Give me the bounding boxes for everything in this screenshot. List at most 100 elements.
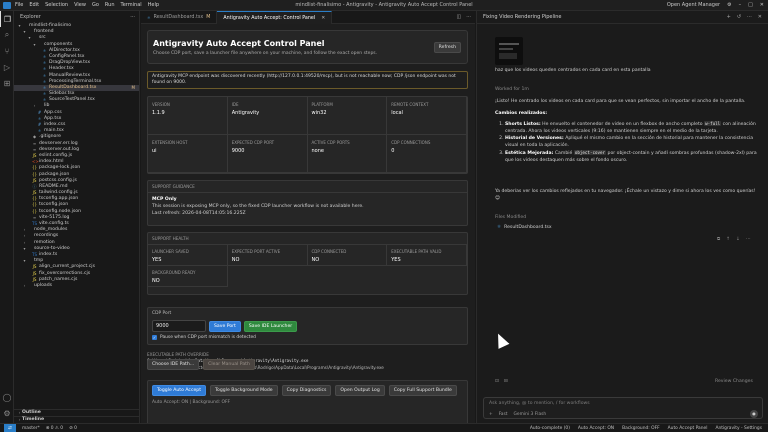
status-auto-accept-on[interactable]: Auto Accept: ON	[578, 426, 614, 431]
tree-folder[interactable]: › uploads	[14, 283, 139, 289]
health-label: Executable Path Valid	[391, 249, 442, 254]
diff-icon[interactable]: ⊟	[504, 379, 508, 386]
status-auto-accept-panel[interactable]: Auto Accept Panel	[668, 426, 708, 431]
add-context-button[interactable]: +	[489, 412, 493, 417]
guidance-heading: MCP Only	[152, 197, 177, 202]
stat-value: 0	[391, 148, 395, 154]
more-actions-icon[interactable]: ···	[466, 14, 471, 20]
manage-gear-icon[interactable]: ⚙	[0, 405, 14, 421]
menu-item-file[interactable]: File	[15, 2, 23, 8]
menu-item-run[interactable]: Run	[105, 2, 115, 8]
more-icon[interactable]: ⋯	[746, 237, 751, 244]
close-panel-icon[interactable]: ✕	[758, 14, 762, 20]
modified-badge: M	[131, 84, 135, 90]
changes-title: Cambios realizados:	[495, 111, 548, 116]
toggle-background-mode-button[interactable]: Toggle Background Mode	[210, 385, 278, 396]
open-agent-manager-button[interactable]: Open Agent Manager	[667, 2, 720, 8]
cdp-port-label: CDP Port	[152, 311, 172, 316]
problems-indicator[interactable]: ⊗ 0 ⚠ 0	[46, 426, 63, 431]
attached-screenshot-thumbnail[interactable]	[495, 37, 523, 65]
stat-label: Version	[152, 102, 170, 107]
history-icon[interactable]: ↺	[737, 14, 741, 20]
copy-diagnostics-button[interactable]: Copy Diagnostics	[281, 385, 332, 396]
menu-item-selection[interactable]: Selection	[45, 2, 68, 8]
account-icon[interactable]: ◯	[0, 389, 14, 405]
remote-indicator-icon[interactable]: ⇄	[4, 423, 16, 432]
attach-icon[interactable]: ⊡	[495, 379, 499, 386]
health-background-ready: Background Ready NO	[148, 266, 228, 287]
modified-file-item[interactable]: ⚛ ResultDashboard.tsx	[497, 225, 552, 232]
stat-label: IDE	[231, 102, 239, 107]
status-bar: ⇄ master* ⊗ 0 ⚠ 0 ⊘ 0 Auto-complete (0) A…	[0, 423, 768, 432]
save-ide-launcher-button[interactable]: Save IDE Launcher	[243, 320, 298, 332]
status-antigravity-settings[interactable]: Antigravity - Settings	[715, 426, 762, 431]
explorer-icon[interactable]: ❐	[0, 11, 14, 27]
branch-indicator[interactable]: master*	[22, 426, 40, 431]
mic-icon[interactable]: ●	[750, 410, 758, 418]
search-icon[interactable]: ⌕	[0, 27, 14, 43]
maximize-button[interactable]: □	[748, 2, 753, 8]
health-value: NO	[311, 257, 320, 263]
copy-full-support-bundle-button[interactable]: Copy Full Support Bundle	[388, 385, 457, 396]
last-refresh: Last refresh: 2026-04-08T14:05:16.225Z	[152, 211, 246, 216]
clear-manual-path-button[interactable]: Clear Manual Path	[203, 359, 255, 370]
stat-value: 9000	[231, 148, 245, 154]
ports-indicator[interactable]: ⊘ 0	[69, 426, 77, 431]
stat-extension-host: Extension Host ui	[148, 135, 228, 173]
choose-ide-path-button[interactable]: Choose IDE Path...	[147, 359, 200, 370]
run-debug-icon[interactable]: ▷	[0, 59, 14, 75]
menu-item-terminal[interactable]: Terminal	[121, 2, 142, 8]
actions-section: Toggle Auto Accept Toggle Background Mode…	[147, 380, 468, 423]
pause-mismatch-checkbox[interactable]: ✓	[152, 335, 157, 340]
menu-item-edit[interactable]: Edit	[29, 2, 39, 8]
chat-composer[interactable]: Ask anything, @ to mention, / for workfl…	[483, 397, 763, 419]
section-timeline[interactable]: › Timeline	[14, 416, 139, 423]
tab-control-panel[interactable]: Antigravity Auto Accept: Control Panel ✕	[217, 11, 333, 24]
panel-header: Antigravity Auto Accept Control Panel Ch…	[147, 30, 468, 64]
thumbs-up-icon[interactable]: ↑	[726, 237, 730, 244]
split-editor-icon[interactable]: ◫	[456, 14, 461, 20]
settings-icon[interactable]: ⚙	[727, 2, 731, 8]
minimize-button[interactable]: –	[739, 2, 742, 8]
stat-label: Extension Host	[152, 140, 188, 145]
copy-icon[interactable]: ⧉	[717, 237, 720, 244]
source-control-icon[interactable]: ⑂	[0, 43, 14, 59]
stat-value: 1.1.9	[152, 110, 165, 116]
modified-badge: M	[206, 15, 211, 20]
extensions-icon[interactable]: ⊞	[0, 75, 14, 91]
stat-label: Remote Context	[391, 102, 429, 107]
worked-for-label[interactable]: Worked for 1m	[495, 87, 529, 94]
mode-select[interactable]: Fast	[499, 412, 508, 417]
chat-input[interactable]: Ask anything, @ to mention, / for workfl…	[489, 401, 590, 406]
section-title: Support Guidance	[148, 181, 467, 193]
menu-item-go[interactable]: Go	[92, 2, 99, 8]
more-actions-icon[interactable]: ···	[747, 14, 752, 20]
stat-platform: Platform win32	[307, 97, 388, 135]
open-output-log-button[interactable]: Open Output Log	[335, 385, 385, 396]
review-changes-button[interactable]: Review Changes	[715, 379, 753, 386]
save-port-button[interactable]: Save Port	[209, 320, 241, 332]
pause-mismatch-label: Pause when CDP port mismatch is detected	[160, 335, 256, 340]
health-executable-path-valid: Executable Path Valid YES	[387, 245, 467, 266]
model-select[interactable]: Gemini 3 Flash	[514, 412, 547, 417]
toggle-auto-accept-button[interactable]: Toggle Auto Accept	[152, 385, 207, 396]
section-outline[interactable]: › Outline	[14, 409, 139, 416]
tab-result-dashboard[interactable]: ⚛ ResultDashboard.tsx M	[141, 11, 218, 24]
status-auto-complete-0[interactable]: Auto-complete (0)	[530, 426, 570, 431]
cdp-port-input[interactable]: 9000	[152, 320, 206, 332]
more-actions-icon[interactable]: ···	[130, 11, 135, 23]
menu-item-view[interactable]: View	[74, 2, 86, 8]
tsx-file-icon: ⚛	[147, 15, 151, 20]
status-background-off[interactable]: Background: OFF	[622, 426, 660, 431]
code-snippet: object-cover	[573, 150, 607, 156]
close-tab-icon[interactable]: ✕	[321, 16, 325, 21]
tab-label: Antigravity Auto Accept: Control Panel	[223, 15, 316, 21]
panel-title: Antigravity Auto Accept Control Panel	[153, 39, 325, 48]
code-snippet: w-full	[704, 121, 722, 126]
refresh-button[interactable]: Refresh	[433, 42, 461, 53]
new-chat-icon[interactable]: +	[727, 14, 731, 20]
tree-item-label: uploads	[34, 282, 53, 288]
close-window-button[interactable]: ✕	[760, 2, 764, 8]
menu-item-help[interactable]: Help	[148, 2, 159, 8]
thumbs-down-icon[interactable]: ↓	[736, 237, 740, 244]
